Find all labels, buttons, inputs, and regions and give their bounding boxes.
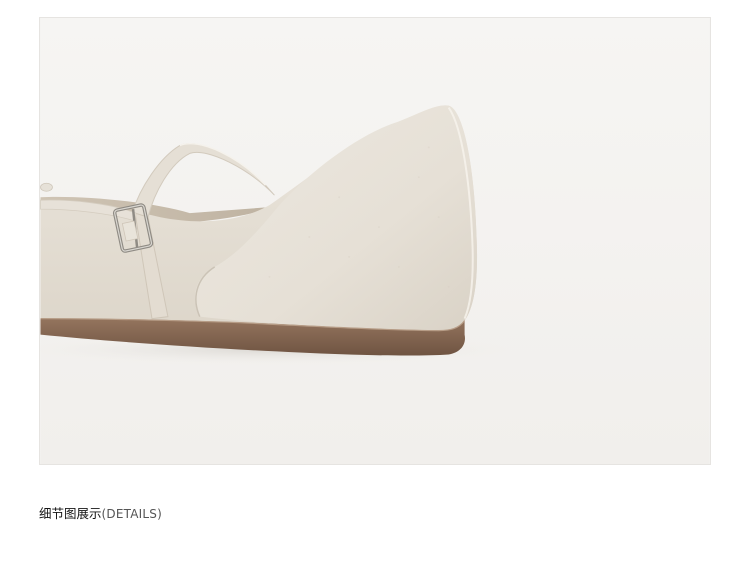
caption-title-cn: 细节图展示 [39, 506, 102, 521]
caption-title-en: (DETAILS) [101, 507, 162, 521]
product-photo [39, 17, 711, 465]
section-caption: 细节图展示(DETAILS) [39, 503, 162, 523]
shoe-heel-illustration [40, 18, 710, 464]
